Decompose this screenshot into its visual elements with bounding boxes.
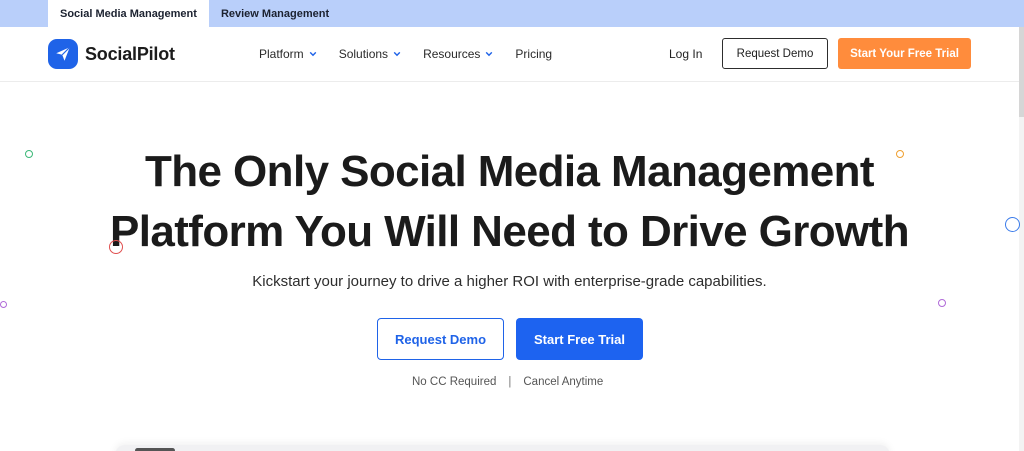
chevron-down-icon (393, 51, 401, 57)
decorative-circle-orange (896, 150, 904, 158)
paper-plane-icon (48, 39, 78, 69)
tab-social-media-management[interactable]: Social Media Management (48, 0, 209, 27)
nav-item-label: Pricing (515, 47, 553, 61)
request-demo-nav-button[interactable]: Request Demo (722, 38, 828, 69)
hero-headline-line-1: The Only Social Media Management (145, 147, 875, 196)
brand-logo[interactable]: SocialPilot (48, 39, 175, 69)
hero-subtitle: Kickstart your journey to drive a higher… (252, 273, 767, 290)
nav-item-pricing[interactable]: Pricing (515, 47, 552, 61)
brand-name: SocialPilot (85, 43, 175, 64)
start-free-trial-nav-button[interactable]: Start Your Free Trial (838, 38, 971, 69)
product-preview (115, 445, 890, 451)
tab-review-management[interactable]: Review Management (209, 0, 341, 27)
request-demo-button[interactable]: Request Demo (377, 318, 504, 360)
nav-menu: Platform Solutions Resources Pricing (259, 27, 552, 81)
nav-item-label: Platform (259, 47, 304, 61)
hero-section: The Only Social Media Management Platfor… (0, 82, 1019, 451)
decorative-circle-red (109, 240, 123, 254)
hero-headline-line-2: Platform You Will Need to Drive Growth (109, 207, 910, 256)
hero-headline: The Only Social Media Management Platfor… (0, 142, 1019, 262)
main-nav: SocialPilot Platform Solutions Resources… (0, 27, 1024, 82)
cancel-anytime-note: Cancel Anytime (523, 376, 604, 388)
decorative-circle-blue (1005, 217, 1020, 232)
trial-notes: No CC Required | Cancel Anytime (412, 376, 603, 388)
login-link[interactable]: Log In (669, 47, 702, 61)
nav-item-platform[interactable]: Platform (259, 47, 317, 61)
nav-item-resources[interactable]: Resources (423, 47, 493, 61)
scrollbar-thumb[interactable] (1019, 27, 1024, 117)
decorative-circle-purple-right (938, 299, 946, 307)
nav-item-solutions[interactable]: Solutions (339, 47, 401, 61)
product-switcher: Social Media Management Review Managemen… (0, 0, 1024, 27)
nav-item-label: Resources (423, 47, 481, 61)
no-cc-note: No CC Required (412, 376, 497, 388)
chevron-down-icon (309, 51, 316, 57)
nav-item-label: Solutions (338, 47, 389, 61)
note-separator: | (508, 376, 512, 388)
decorative-circle-green (25, 150, 33, 158)
chevron-down-icon (486, 51, 493, 57)
decorative-circle-purple-left (0, 301, 7, 308)
start-free-trial-button[interactable]: Start Free Trial (516, 318, 643, 360)
